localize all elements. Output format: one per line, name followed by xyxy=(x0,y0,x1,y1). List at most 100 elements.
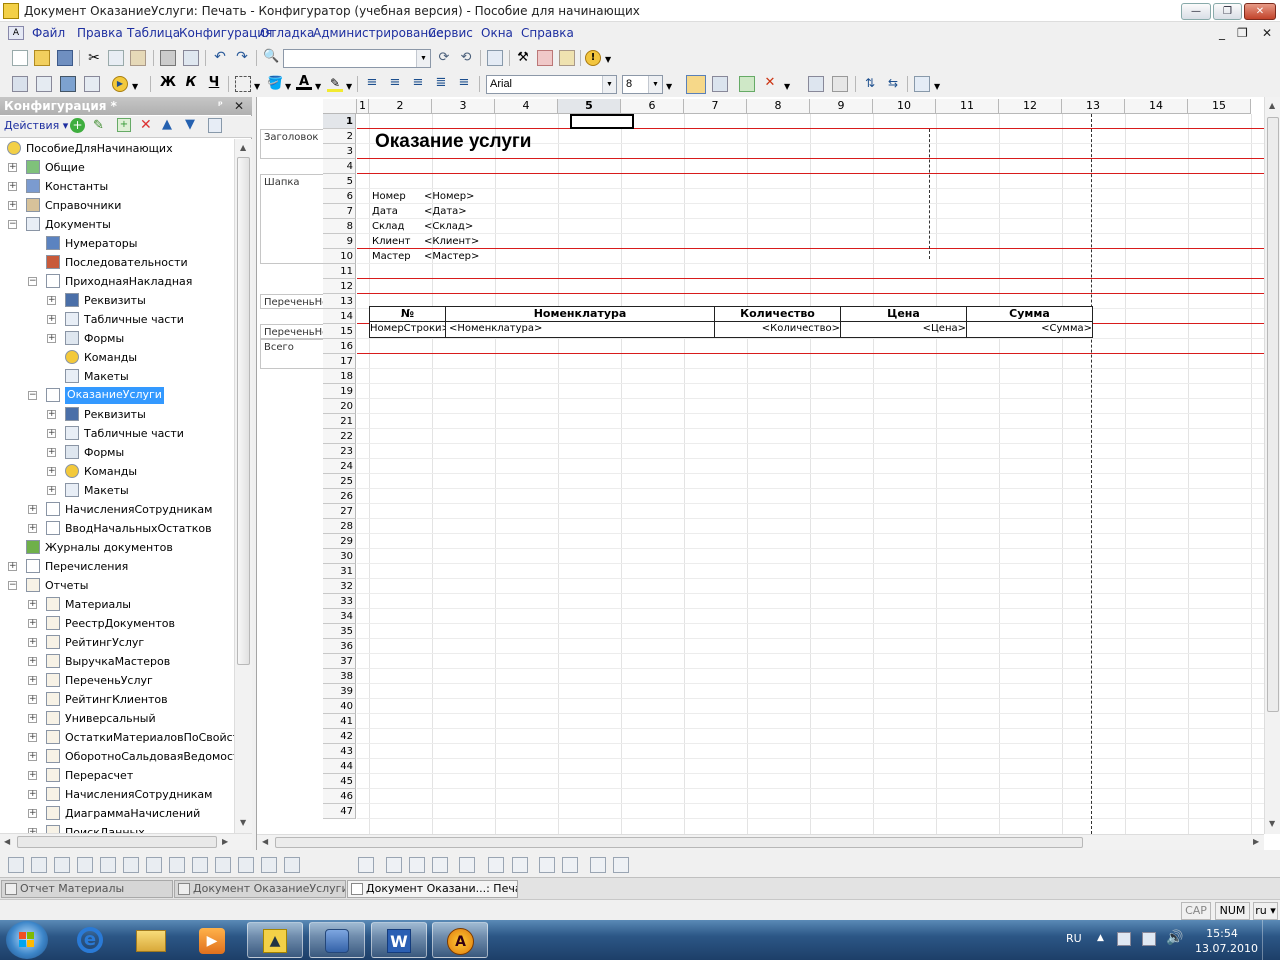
copy-item-icon[interactable]: + xyxy=(117,118,131,132)
align-top-icon[interactable] xyxy=(77,857,93,873)
row-header[interactable]: 6 xyxy=(323,189,356,204)
section-label[interactable]: Заголовок xyxy=(260,129,323,159)
field-parameter[interactable]: <Номер> xyxy=(424,189,474,204)
expand-icon[interactable]: + xyxy=(28,733,37,742)
row-header[interactable]: 24 xyxy=(323,459,356,474)
expand-icon[interactable]: + xyxy=(47,486,56,495)
expand-icon[interactable]: + xyxy=(47,296,56,305)
row-header[interactable]: 18 xyxy=(323,369,356,384)
table-header-cell[interactable]: Цена xyxy=(840,306,967,322)
column-header[interactable]: 1 xyxy=(357,99,369,114)
row-header[interactable]: 40 xyxy=(323,699,356,714)
italic-button[interactable]: К xyxy=(183,75,199,91)
column-header[interactable]: 3 xyxy=(432,99,495,114)
row-header[interactable]: 22 xyxy=(323,429,356,444)
row-header[interactable]: 16 xyxy=(323,339,356,354)
field-parameter[interactable]: <Склад> xyxy=(424,219,473,234)
field-label[interactable]: Клиент xyxy=(372,234,411,249)
sheet-vscroll-thumb[interactable] xyxy=(1267,117,1279,712)
network-icon[interactable] xyxy=(1142,932,1156,946)
collapse-icon[interactable]: − xyxy=(8,220,17,229)
ordering-icon[interactable] xyxy=(284,857,300,873)
row-header[interactable]: 23 xyxy=(323,444,356,459)
expand-icon[interactable]: + xyxy=(8,163,17,172)
expand-icon[interactable]: + xyxy=(47,315,56,324)
tree-item[interactable]: + ПереченьУслуг xyxy=(0,671,234,690)
table-data-cell[interactable]: НомерСтроки> xyxy=(369,322,446,338)
cell-names-icon[interactable] xyxy=(712,76,728,92)
expand-icon[interactable]: + xyxy=(47,448,56,457)
expand-icon[interactable]: + xyxy=(8,182,17,191)
column-header[interactable]: 8 xyxy=(747,99,810,114)
expand-icon[interactable]: + xyxy=(28,676,37,685)
column-header[interactable]: 10 xyxy=(873,99,936,114)
delete-icon[interactable]: ✕ xyxy=(140,117,152,133)
tree-vertical-scrollbar[interactable]: ▲ ▼ xyxy=(234,139,252,833)
font-color-icon[interactable]: A xyxy=(296,74,312,90)
cells-dropdown-icon[interactable]: ▼ xyxy=(784,82,790,91)
tree-item[interactable]: + Табличные части xyxy=(0,424,234,443)
cut-icon[interactable]: ✂ xyxy=(86,50,102,66)
row-header[interactable]: 47 xyxy=(323,804,356,819)
column-header[interactable]: 2 xyxy=(369,99,432,114)
row-header[interactable]: 13 xyxy=(323,294,356,309)
sheet-vertical-scrollbar[interactable]: ▲ ▼ xyxy=(1264,97,1280,834)
column-header[interactable]: 7 xyxy=(684,99,747,114)
database-icon[interactable] xyxy=(60,76,76,92)
row-header[interactable]: 26 xyxy=(323,489,356,504)
insert-cells-icon[interactable] xyxy=(739,76,755,92)
find-next-icon[interactable]: ⟳ xyxy=(436,50,452,66)
sheet-horizontal-scrollbar[interactable]: ◀ ▶ xyxy=(257,834,1264,850)
format-toolbar-dropdown-icon[interactable]: ▼ xyxy=(666,82,672,91)
row-header[interactable]: 19 xyxy=(323,384,356,399)
row-header[interactable]: 42 xyxy=(323,729,356,744)
tree-item[interactable]: + Формы xyxy=(0,443,234,462)
tab-document-print[interactable]: Документ Оказани...: Печать xyxy=(347,880,518,898)
new-icon[interactable] xyxy=(12,50,28,66)
align-middle-icon[interactable] xyxy=(100,857,116,873)
field-parameter[interactable]: <Клиент> xyxy=(424,234,479,249)
align-bottom-icon[interactable] xyxy=(123,857,139,873)
distribute-vertical-icon[interactable] xyxy=(169,857,185,873)
sheet-hscroll-thumb[interactable] xyxy=(275,837,1083,848)
expand-icon[interactable]: + xyxy=(28,619,37,628)
taskbar-1c-enterprise[interactable]: A xyxy=(432,922,488,958)
page-view-icon[interactable] xyxy=(590,857,606,873)
row-header[interactable]: 4 xyxy=(323,159,356,174)
copy-icon[interactable] xyxy=(108,50,124,66)
chart-icon[interactable] xyxy=(432,857,448,873)
column-header[interactable]: 12 xyxy=(999,99,1062,114)
tree-item[interactable]: + Макеты xyxy=(0,481,234,500)
undo-icon[interactable]: ↶ xyxy=(212,49,228,65)
help-icon[interactable]: ! xyxy=(585,50,601,66)
calendar-icon[interactable] xyxy=(559,50,575,66)
align-justify-icon[interactable]: ≣ xyxy=(433,76,449,92)
tree-item[interactable]: + Формы xyxy=(0,329,234,348)
row-header[interactable]: 2 xyxy=(323,129,356,144)
layout-mode-icon[interactable] xyxy=(686,75,706,94)
paste-icon[interactable] xyxy=(130,50,146,66)
align-left-edges-icon[interactable] xyxy=(8,857,24,873)
add-icon[interactable]: + xyxy=(70,118,85,133)
table-header-cell[interactable]: Номенклатура xyxy=(445,306,715,322)
row-header[interactable]: 17 xyxy=(323,354,356,369)
collapse-icon[interactable]: − xyxy=(28,277,37,286)
taskbar-language[interactable]: RU xyxy=(1066,932,1082,945)
taskbar-1c-configurator[interactable]: ▲ xyxy=(247,922,303,958)
tree-item[interactable]: + НачисленияСотрудникам xyxy=(0,785,234,804)
collapse-icon[interactable]: − xyxy=(8,581,17,590)
expand-icon[interactable]: + xyxy=(28,638,37,647)
row-header[interactable]: 14 xyxy=(323,309,356,324)
tree-item[interactable]: + ОборотноСальдоваяВедомость xyxy=(0,747,234,766)
tree-item[interactable]: − Отчеты xyxy=(0,576,234,595)
space-vertical-icon[interactable] xyxy=(215,857,231,873)
expand-icon[interactable]: + xyxy=(8,201,17,210)
row-header[interactable]: 34 xyxy=(323,609,356,624)
print-area-dropdown-icon[interactable]: ▼ xyxy=(934,82,940,91)
highlight-icon[interactable]: ✎ xyxy=(327,76,343,92)
expand-icon[interactable]: + xyxy=(28,790,37,799)
pointer-icon[interactable] xyxy=(358,857,374,873)
expand-icon[interactable]: + xyxy=(28,600,37,609)
taskbar-ie[interactable]: e xyxy=(63,922,119,958)
open-icon[interactable] xyxy=(34,50,50,66)
